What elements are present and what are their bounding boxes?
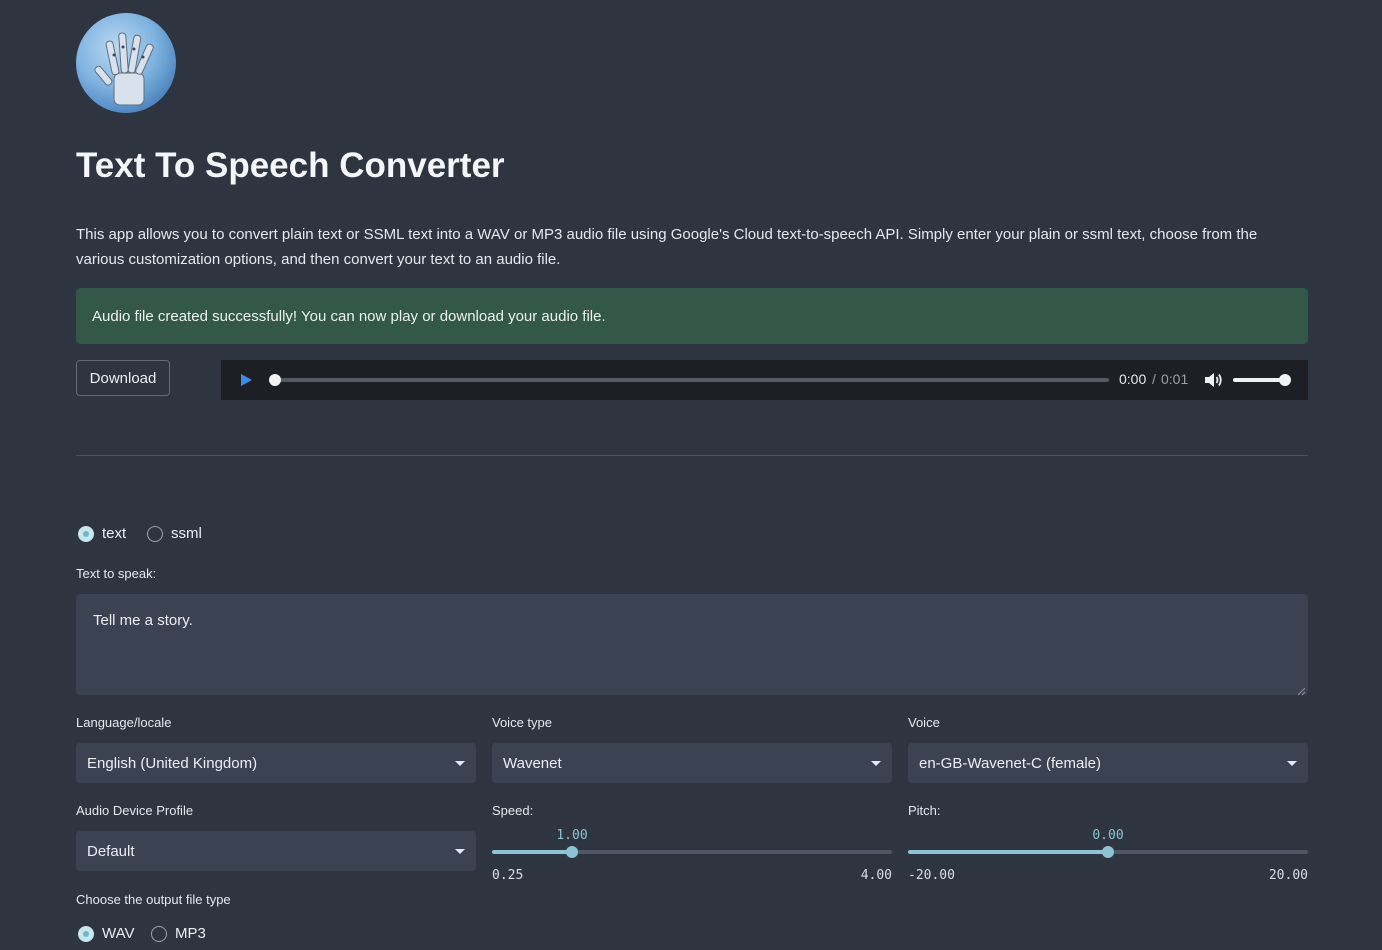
chevron-down-icon — [871, 760, 881, 766]
device-profile-value: Default — [87, 842, 135, 860]
language-value: English (United Kingdom) — [87, 754, 258, 772]
text-to-speak-input[interactable]: Tell me a story. — [76, 594, 1308, 696]
pitch-value: 0.00 — [1092, 828, 1124, 843]
play-icon[interactable] — [238, 372, 254, 388]
voice-type-select[interactable]: Wavenet — [492, 743, 892, 783]
text-input-value: Tell me a story. — [93, 612, 193, 629]
chevron-down-icon — [455, 848, 465, 854]
seek-bar[interactable] — [271, 378, 1109, 382]
pitch-handle[interactable] — [1102, 846, 1114, 858]
language-select[interactable]: English (United Kingdom) — [76, 743, 476, 783]
pitch-slider[interactable]: 0.00 -20.00 20.00 — [908, 826, 1308, 886]
device-profile-select[interactable]: Default — [76, 831, 476, 871]
radio-label: MP3 — [175, 925, 206, 942]
volume-icon[interactable] — [1204, 371, 1224, 389]
device-profile-label: Audio Device Profile — [76, 803, 194, 818]
resize-grip-icon[interactable] — [1296, 683, 1306, 696]
radio-ssml[interactable]: ssml — [147, 525, 202, 542]
success-alert: Audio file created successfully! You can… — [76, 288, 1308, 344]
pitch-label: Pitch: — [908, 803, 941, 818]
app-description: This app allows you to convert plain tex… — [76, 226, 1258, 268]
radio-unselected-icon — [147, 525, 163, 542]
voice-select[interactable]: en-GB-Wavenet-C (female) — [908, 743, 1308, 783]
speed-fill — [492, 850, 572, 854]
pitch-fill — [908, 850, 1108, 854]
volume-handle[interactable] — [1279, 374, 1291, 386]
chevron-down-icon — [1287, 760, 1297, 766]
seek-handle[interactable] — [269, 374, 281, 386]
voice-type-label: Voice type — [492, 715, 552, 730]
success-message: Audio file created successfully! You can… — [92, 307, 606, 325]
pitch-max: 20.00 — [1268, 868, 1308, 883]
speed-value: 1.00 — [556, 828, 588, 843]
speed-min: 0.25 — [492, 868, 524, 883]
text-input-label: Text to speak: — [76, 566, 157, 581]
divider — [76, 455, 1308, 456]
speed-handle[interactable] — [566, 846, 578, 858]
time-separator: / — [1152, 371, 1156, 387]
radio-selected-icon — [78, 525, 94, 542]
audio-player: 0:00 / 0:01 — [221, 360, 1308, 400]
radio-unselected-icon — [151, 925, 167, 942]
radio-mp3[interactable]: MP3 — [151, 925, 206, 942]
speed-slider[interactable]: 1.00 0.25 4.00 — [492, 826, 892, 886]
radio-wav[interactable]: WAV — [78, 925, 135, 942]
voice-label: Voice — [908, 715, 940, 730]
app-logo — [76, 13, 176, 113]
speed-max: 4.00 — [860, 868, 892, 883]
duration-time: 0:01 — [1161, 371, 1189, 387]
voice-value: en-GB-Wavenet-C (female) — [919, 754, 1101, 772]
chevron-down-icon — [455, 760, 465, 766]
page-title: Text To Speech Converter — [76, 146, 505, 185]
speed-label: Speed: — [492, 803, 534, 818]
radio-label: ssml — [171, 525, 202, 542]
download-button[interactable]: Download — [76, 360, 170, 396]
pitch-min: -20.00 — [908, 868, 955, 883]
radio-text[interactable]: text — [78, 525, 126, 542]
current-time: 0:00 — [1119, 371, 1147, 387]
radio-label: text — [102, 525, 127, 542]
radio-selected-icon — [78, 925, 94, 942]
radio-label: WAV — [102, 925, 135, 942]
output-type-label: Choose the output file type — [76, 892, 231, 907]
language-label: Language/locale — [76, 715, 172, 730]
voice-type-value: Wavenet — [503, 754, 562, 772]
